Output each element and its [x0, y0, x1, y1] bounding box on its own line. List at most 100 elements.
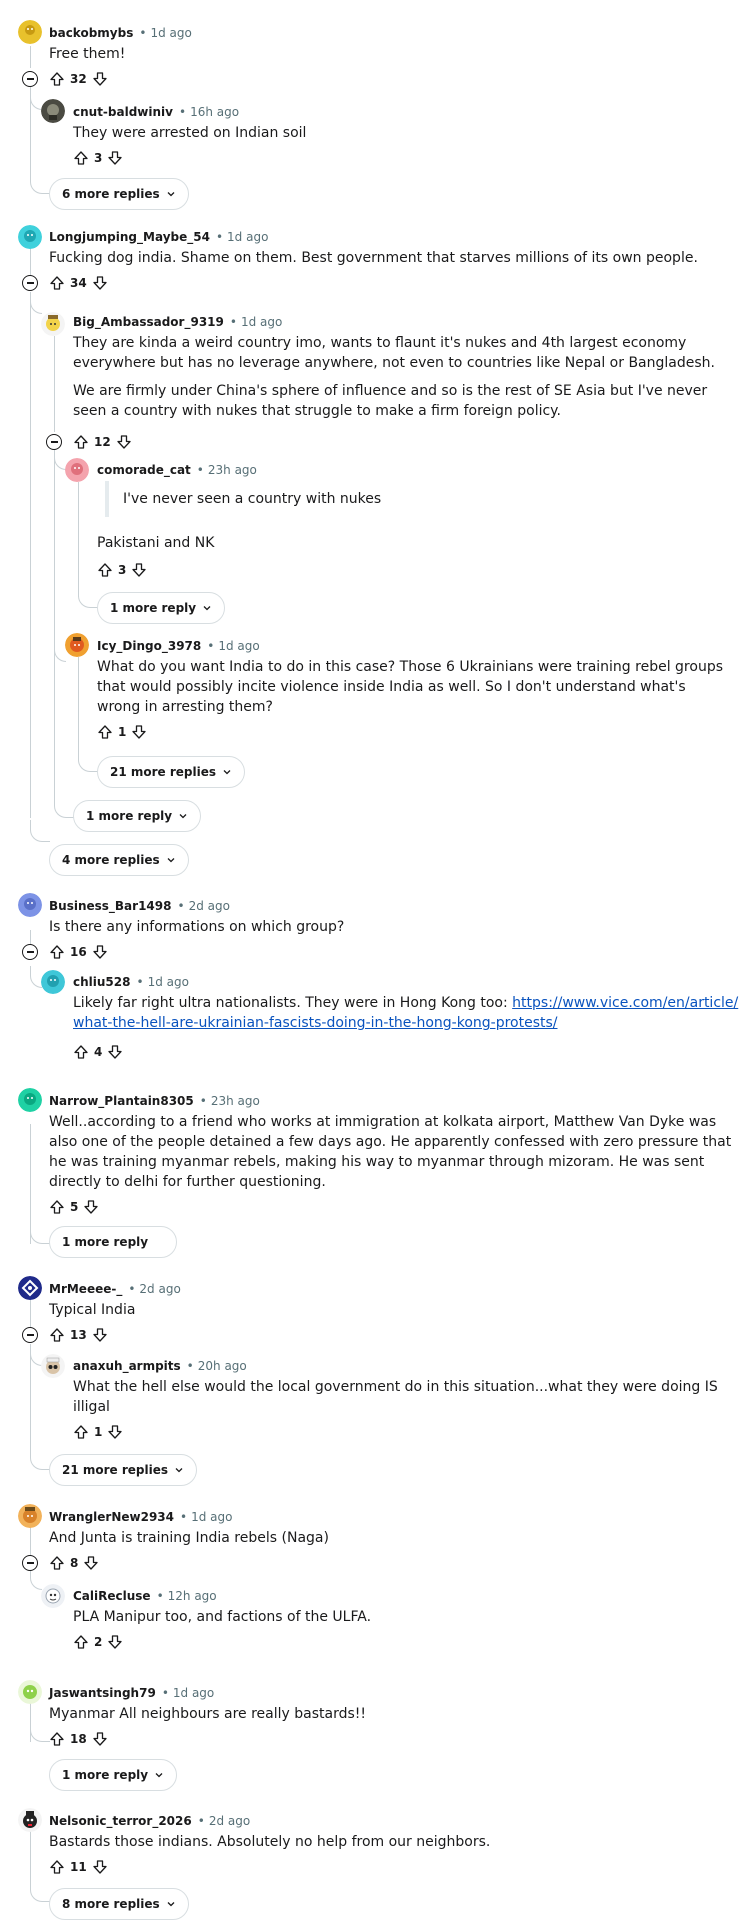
downvote-button[interactable]	[91, 274, 109, 292]
timestamp[interactable]: 1d ago	[241, 315, 282, 329]
thread-line[interactable]	[30, 1298, 31, 1328]
timestamp[interactable]: 2d ago	[139, 1282, 180, 1296]
avatar[interactable]	[65, 458, 89, 482]
upvote-button[interactable]	[72, 1043, 90, 1061]
avatar[interactable]	[41, 1584, 65, 1608]
upvote-button[interactable]	[72, 433, 90, 451]
timestamp[interactable]: 2d ago	[189, 899, 230, 913]
thread-line[interactable]	[30, 298, 31, 818]
upvote-button[interactable]	[96, 561, 114, 579]
author-name[interactable]: Icy_Dingo_3978	[97, 639, 201, 653]
thread-line[interactable]	[30, 1526, 31, 1556]
upvote-button[interactable]	[48, 1730, 66, 1748]
collapse-thread-button[interactable]	[22, 71, 38, 87]
more-replies-button[interactable]: 1 more reply	[49, 1226, 178, 1258]
upvote-button[interactable]	[48, 1198, 66, 1216]
downvote-button[interactable]	[106, 1633, 124, 1651]
avatar[interactable]	[41, 1354, 65, 1378]
avatar[interactable]	[41, 970, 65, 994]
collapse-thread-button[interactable]	[46, 434, 62, 450]
avatar[interactable]	[65, 633, 89, 657]
upvote-button[interactable]	[72, 149, 90, 167]
timestamp[interactable]: 1d ago	[148, 975, 189, 989]
downvote-button[interactable]	[115, 433, 133, 451]
thread-line[interactable]	[30, 1830, 31, 1880]
upvote-button[interactable]	[48, 1326, 66, 1344]
timestamp[interactable]: 23h ago	[211, 1094, 260, 1108]
more-replies-button[interactable]: 6 more replies	[49, 178, 189, 210]
thread-line[interactable]	[30, 46, 31, 68]
author-name[interactable]: Big_Ambassador_9319	[73, 315, 224, 329]
timestamp[interactable]: 16h ago	[190, 105, 239, 119]
avatar[interactable]	[18, 1808, 42, 1832]
timestamp[interactable]: 1d ago	[173, 1686, 214, 1700]
author-name[interactable]: Longjumping_Maybe_54	[49, 230, 210, 244]
timestamp[interactable]: 1d ago	[218, 639, 259, 653]
avatar[interactable]	[18, 1276, 42, 1300]
avatar[interactable]	[18, 225, 42, 249]
upvote-button[interactable]	[48, 1554, 66, 1572]
thread-connector	[30, 150, 50, 194]
more-replies-button[interactable]: 21 more replies	[97, 756, 246, 788]
timestamp[interactable]: 12h ago	[168, 1589, 217, 1603]
downvote-button[interactable]	[91, 70, 109, 88]
upvote-button[interactable]	[72, 1423, 90, 1441]
timestamp[interactable]: 1d ago	[191, 1510, 232, 1524]
downvote-button[interactable]	[130, 561, 148, 579]
upvote-button[interactable]	[48, 70, 66, 88]
upvote-button[interactable]	[96, 723, 114, 741]
avatar[interactable]	[18, 1504, 42, 1528]
downvote-button[interactable]	[106, 1423, 124, 1441]
downvote-button[interactable]	[130, 723, 148, 741]
author-name[interactable]: comorade_cat	[97, 463, 191, 477]
timestamp[interactable]: 20h ago	[198, 1359, 247, 1373]
collapse-thread-button[interactable]	[22, 1327, 38, 1343]
author-name[interactable]: Nelsonic_terror_2026	[49, 1814, 192, 1828]
author-name[interactable]: CaliRecluse	[73, 1589, 151, 1603]
author-name[interactable]: MrMeeee-_	[49, 1282, 122, 1296]
author-name[interactable]: Narrow_Plantain8305	[49, 1094, 194, 1108]
collapse-thread-button[interactable]	[22, 275, 38, 291]
more-replies-button[interactable]: 1 more reply	[97, 592, 226, 624]
downvote-button[interactable]	[91, 1858, 109, 1876]
vote-count: 16	[70, 945, 87, 959]
author-name[interactable]: cnut-baldwiniv	[73, 105, 173, 119]
avatar[interactable]	[41, 312, 65, 336]
timestamp[interactable]: 1d ago	[227, 230, 268, 244]
avatar[interactable]	[18, 1088, 42, 1112]
thread-line[interactable]	[30, 246, 31, 276]
author-name[interactable]: anaxuh_armpits	[73, 1359, 181, 1373]
upvote-button[interactable]	[72, 1633, 90, 1651]
author-name[interactable]: Business_Bar1498	[49, 899, 171, 913]
collapse-thread-button[interactable]	[22, 1555, 38, 1571]
collapse-thread-button[interactable]	[22, 944, 38, 960]
more-replies-button[interactable]: 1 more reply	[49, 1759, 178, 1791]
downvote-button[interactable]	[82, 1554, 100, 1572]
downvote-button[interactable]	[106, 1043, 124, 1061]
timestamp[interactable]: 2d ago	[209, 1814, 250, 1828]
avatar[interactable]	[18, 893, 42, 917]
avatar[interactable]	[41, 99, 65, 123]
author-name[interactable]: chliu528	[73, 975, 130, 989]
thread-line[interactable]	[54, 452, 55, 802]
more-replies-button[interactable]: 1 more reply	[73, 800, 202, 832]
more-replies-button[interactable]: 8 more replies	[49, 1888, 189, 1920]
timestamp[interactable]: 23h ago	[208, 463, 257, 477]
avatar[interactable]	[18, 20, 42, 44]
author-name[interactable]: backobmybs	[49, 26, 133, 40]
author-name[interactable]: WranglerNew2934	[49, 1510, 174, 1524]
timestamp[interactable]: 1d ago	[150, 26, 191, 40]
downvote-button[interactable]	[106, 149, 124, 167]
more-replies-button[interactable]: 21 more replies	[49, 1454, 198, 1486]
more-replies-button[interactable]: 4 more replies	[49, 844, 189, 876]
upvote-button[interactable]	[48, 1858, 66, 1876]
downvote-button[interactable]	[91, 943, 109, 961]
upvote-button[interactable]	[48, 274, 66, 292]
downvote-button[interactable]	[82, 1198, 100, 1216]
upvote-button[interactable]	[48, 943, 66, 961]
avatar[interactable]	[18, 1680, 42, 1704]
downvote-button[interactable]	[91, 1326, 109, 1344]
downvote-button[interactable]	[91, 1730, 109, 1748]
thread-line[interactable]	[54, 336, 55, 432]
author-name[interactable]: Jaswantsingh79	[49, 1686, 156, 1700]
